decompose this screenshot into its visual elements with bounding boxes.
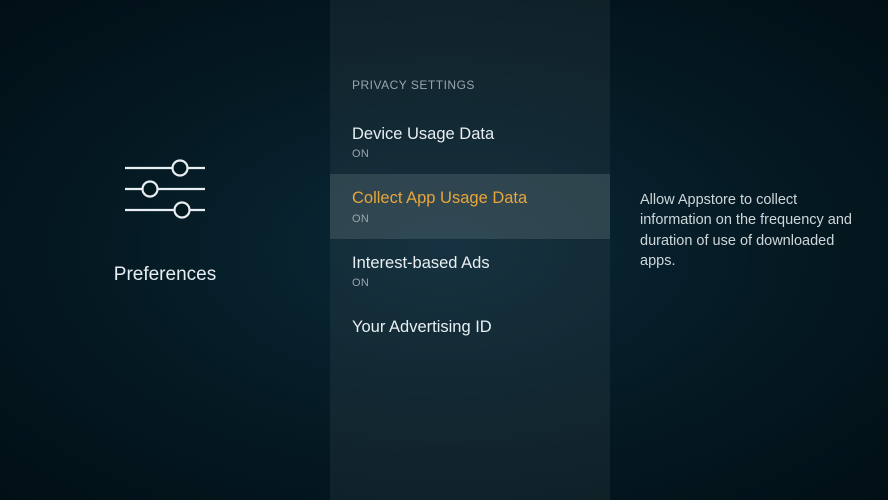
setting-label: Interest-based Ads — [352, 253, 588, 274]
left-panel-title: Preferences — [114, 264, 216, 286]
detail-panel: Allow Appstore to collect information on… — [610, 0, 888, 500]
setting-label: Device Usage Data — [352, 124, 588, 145]
setting-label: Your Advertising ID — [352, 317, 588, 338]
setting-status: ON — [352, 213, 588, 225]
left-panel: Preferences — [0, 0, 330, 500]
sliders-icon — [120, 154, 210, 224]
section-header: PRIVACY SETTINGS — [330, 78, 610, 110]
settings-list: PRIVACY SETTINGS Device Usage Data ON Co… — [330, 0, 610, 500]
setting-your-advertising-id[interactable]: Your Advertising ID — [330, 303, 610, 355]
setting-status: ON — [352, 148, 588, 160]
setting-device-usage-data[interactable]: Device Usage Data ON — [330, 110, 610, 174]
setting-status: ON — [352, 277, 588, 289]
setting-description: Allow Appstore to collect information on… — [640, 190, 858, 271]
setting-interest-based-ads[interactable]: Interest-based Ads ON — [330, 239, 610, 303]
setting-label: Collect App Usage Data — [352, 188, 588, 209]
setting-collect-app-usage-data[interactable]: Collect App Usage Data ON — [330, 174, 610, 238]
